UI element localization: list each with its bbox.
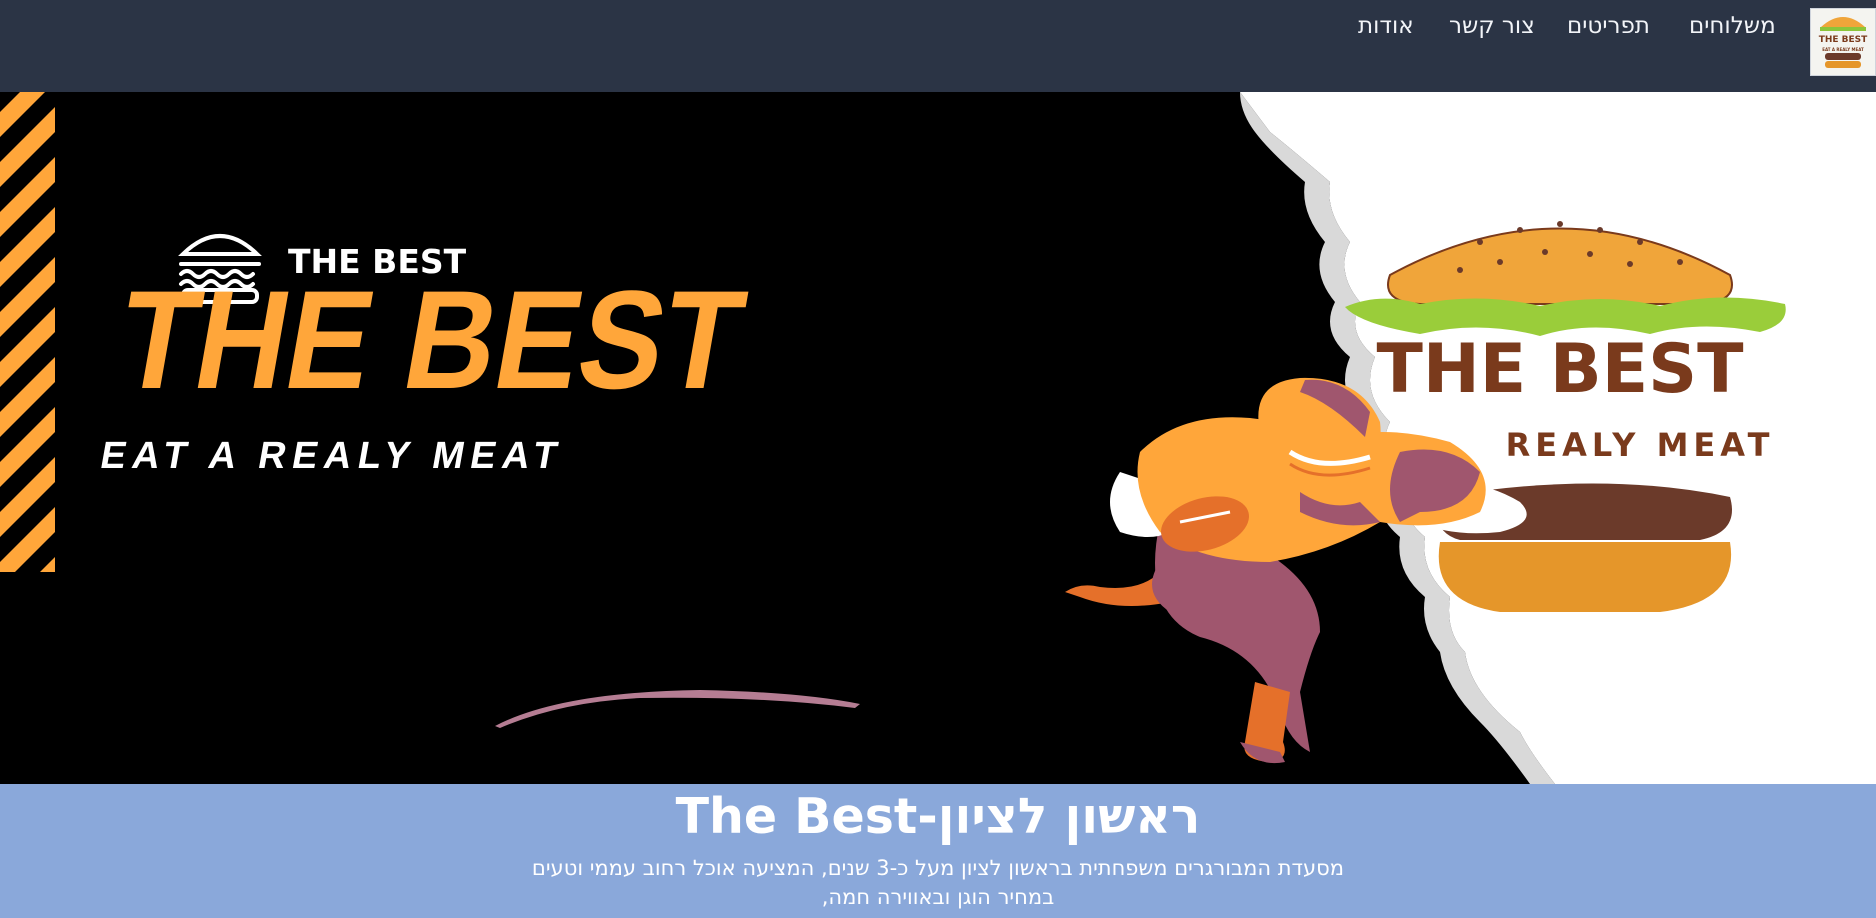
hazard-stripes	[0, 92, 55, 572]
nav-link-about[interactable]: אודות	[1358, 9, 1414, 43]
sign-title: THE BEST	[1376, 330, 1744, 409]
info-desc-line-2: במחיר הוגן ובאווירה חמה,	[821, 885, 1055, 909]
sign-tagline: REALY MEAT	[1506, 426, 1775, 464]
burger-logo-icon: THE BEST EAT A REALY MEAT	[1819, 17, 1868, 68]
logo-text-sub: EAT A REALY MEAT	[1822, 47, 1864, 52]
info-description: מסעדת המבורגרים משפחתית בראשון לציון מעל…	[528, 854, 1348, 912]
hero-tagline: EAT A REALY MEAT	[97, 434, 575, 477]
info-desc-line-1: מסעדת המבורגרים משפחתית בראשון לציון מעל…	[531, 856, 1345, 880]
brush-stroke	[495, 690, 860, 728]
nav-link-deliveries[interactable]: משלוחים	[1689, 9, 1776, 43]
logo-text-main: THE BEST	[1819, 35, 1868, 45]
nav-link-contact[interactable]: צור קשר	[1449, 9, 1535, 43]
hero-artwork: THE BEST THE BEST EAT A REALY MEAT THE B…	[0, 92, 1876, 784]
nav-link-menus[interactable]: תפריטים	[1567, 9, 1650, 43]
top-navbar: משלוחים תפריטים צור קשר אודות THE BEST E…	[0, 0, 1876, 92]
hero-banner: THE BEST THE BEST EAT A REALY MEAT THE B…	[0, 92, 1876, 784]
site-logo[interactable]: THE BEST EAT A REALY MEAT	[1810, 8, 1876, 76]
hero-big-title: THE BEST	[108, 261, 756, 418]
info-section: The Best-ראשון לציון מסעדת המבורגרים משפ…	[0, 784, 1876, 918]
info-title: The Best-ראשון לציון	[675, 788, 1201, 845]
